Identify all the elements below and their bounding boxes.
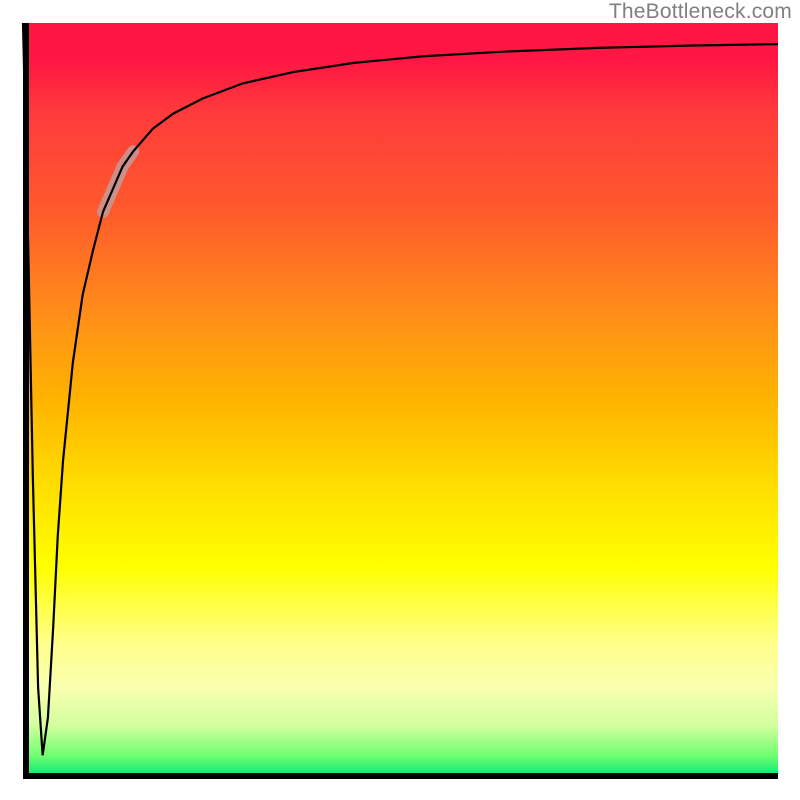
- curve-layer: [23, 23, 778, 778]
- bottleneck-curve: [23, 23, 778, 755]
- chart-container: TheBottleneck.com: [0, 0, 800, 800]
- attribution-label: TheBottleneck.com: [609, 0, 792, 24]
